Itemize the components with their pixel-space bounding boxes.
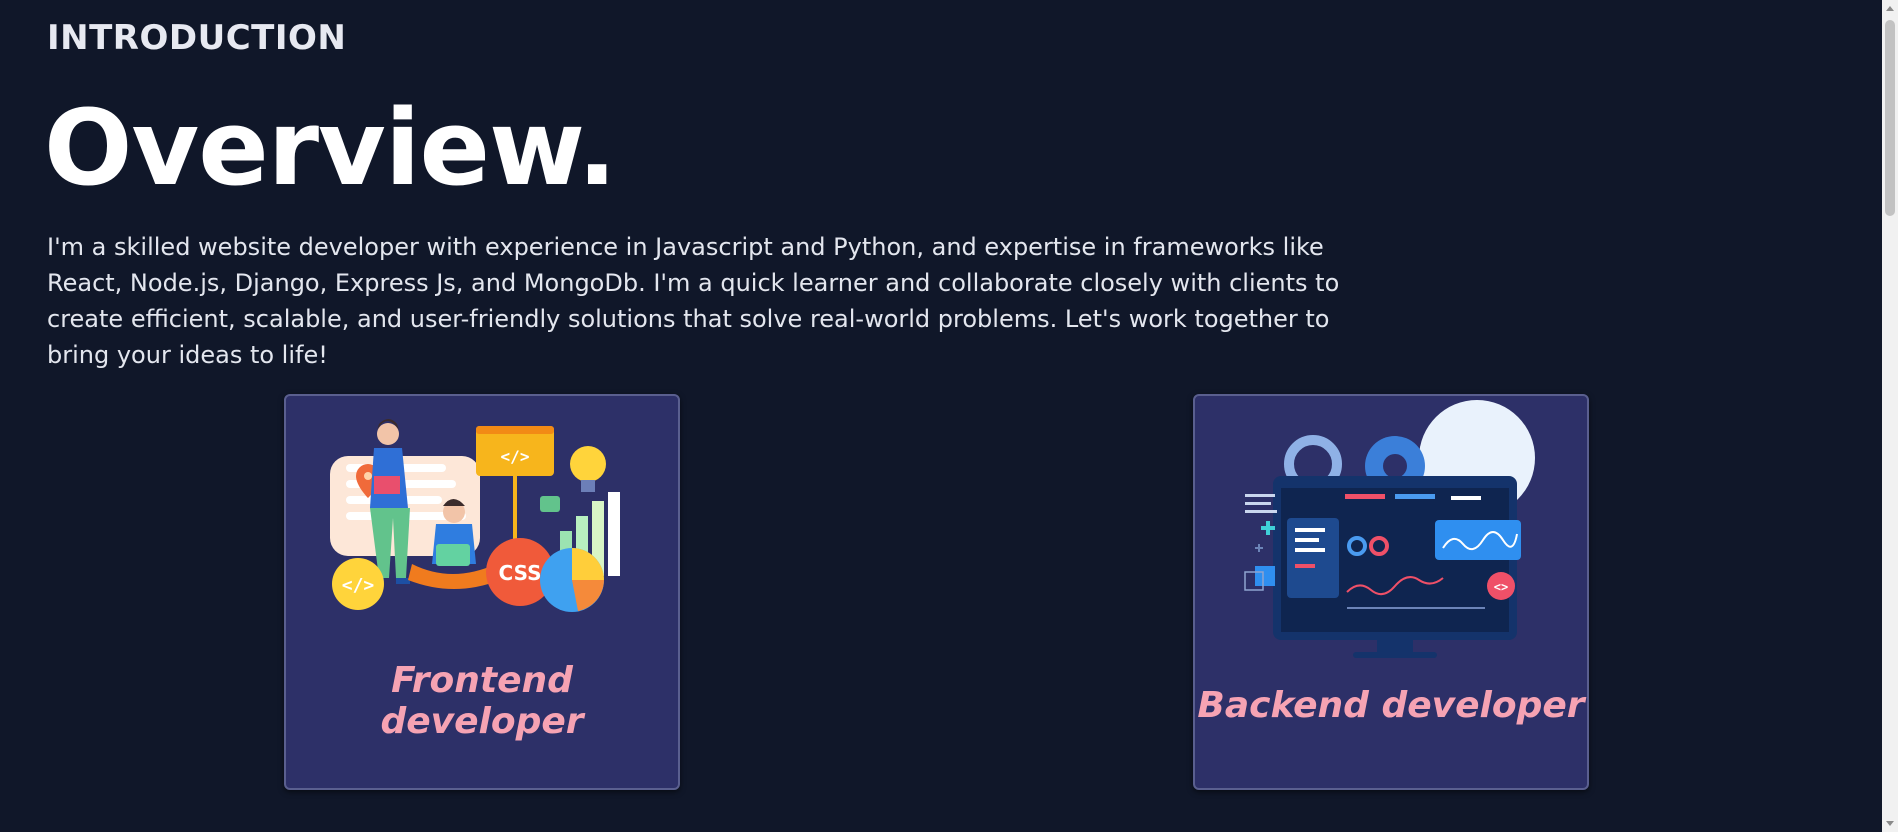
scrollbar-thumb[interactable] [1885, 20, 1895, 216]
section-description: I'm a skilled website developer with exp… [47, 233, 1340, 369]
card-label: Backend developer [1197, 685, 1585, 726]
page: INTRODUCTION Overview. I'm a skilled web… [0, 0, 1898, 832]
vertical-scrollbar[interactable] [1882, 0, 1898, 832]
section-title: Overview. [44, 87, 617, 209]
backend-developer-illustration: <> [1244, 400, 1535, 658]
svg-text:</>: </> [342, 575, 375, 596]
backend-developer-card[interactable]: <> Backend developer [1193, 394, 1589, 790]
frontend-developer-illustration: </> </> CSS [330, 419, 620, 612]
scroll-down-icon[interactable] [1886, 821, 1894, 826]
section-subtitle: INTRODUCTION [47, 18, 347, 58]
code-tag: </> [501, 447, 530, 466]
frontend-developer-card[interactable]: </> </> CSS Frontend developer [284, 394, 680, 790]
code-badge: <> [1494, 580, 1508, 594]
scroll-up-icon[interactable] [1886, 6, 1894, 11]
css-badge: CSS [499, 561, 542, 585]
card-label: Frontend developer [380, 660, 584, 742]
